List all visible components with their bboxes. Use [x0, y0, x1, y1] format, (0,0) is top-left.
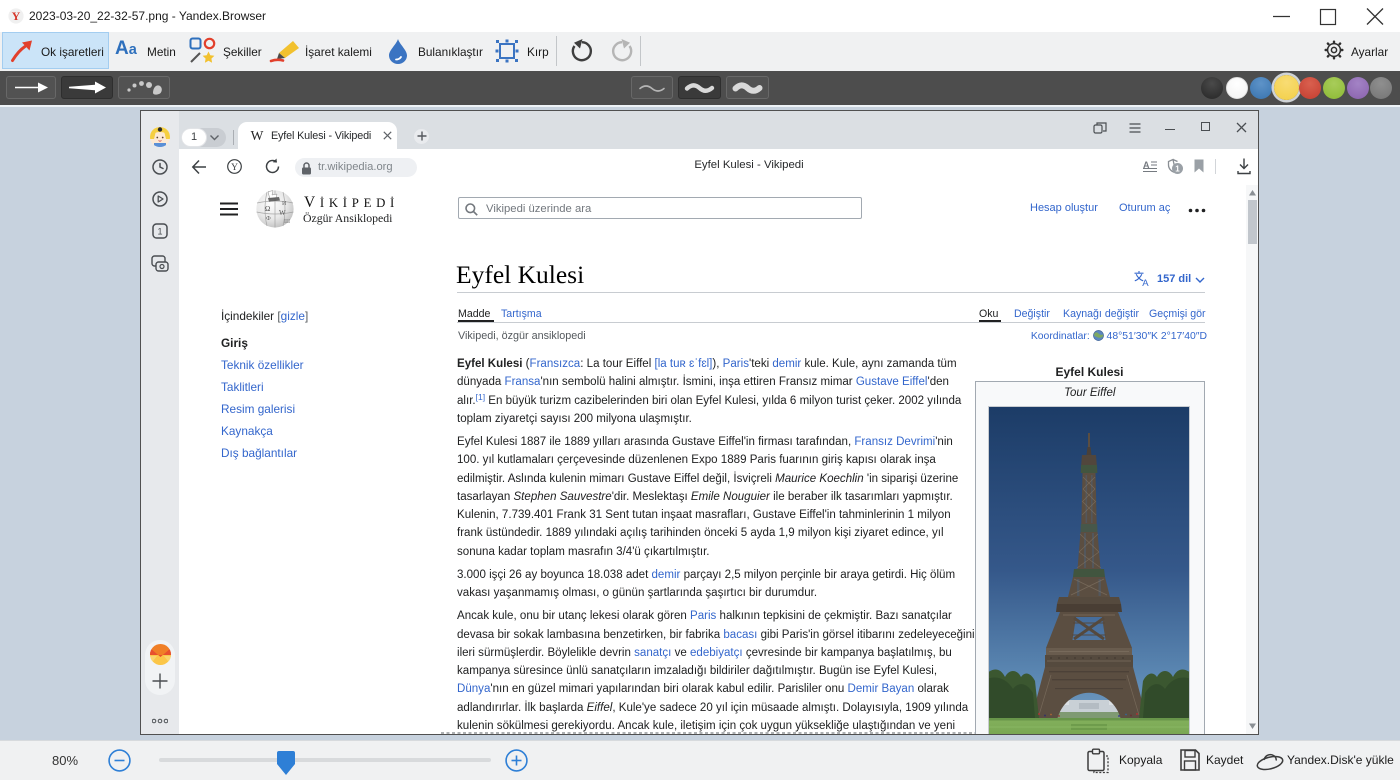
svg-text:Y: Y [12, 9, 21, 23]
svg-text:Ш: Ш [284, 219, 290, 225]
svg-text:W: W [279, 209, 286, 217]
svg-text:A: A [1142, 278, 1149, 286]
svg-text:Ω: Ω [265, 205, 270, 213]
svg-text:Y: Y [231, 163, 238, 173]
svg-text:1: 1 [1175, 165, 1180, 174]
svg-text:1: 1 [157, 227, 162, 237]
svg-text:Ф: Ф [266, 216, 271, 222]
svg-text:И: И [282, 201, 287, 207]
